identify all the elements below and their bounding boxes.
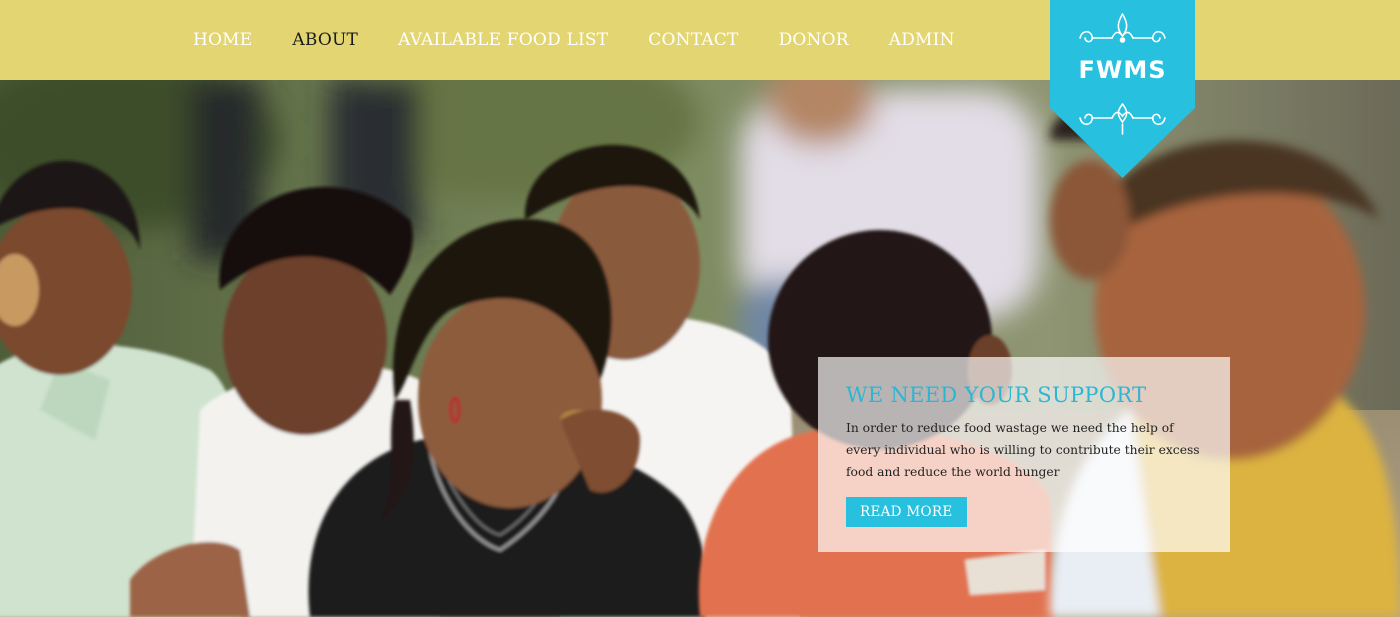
nav-available-food-list[interactable]: AVAILABLE FOOD LIST [398,30,608,50]
site-logo[interactable]: FWMS [1050,0,1195,180]
support-text: In order to reduce food wastage we need … [846,421,1200,479]
read-more-button[interactable]: READ MORE [846,497,967,527]
support-title: WE NEED YOUR SUPPORT [846,383,1147,407]
main-nav: HOME ABOUT AVAILABLE FOOD LIST CONTACT D… [193,0,995,80]
nav-admin[interactable]: ADMIN [889,30,955,50]
logo-text: FWMS [1078,56,1167,84]
support-panel: WE NEED YOUR SUPPORT In order to reduce … [818,357,1230,552]
nav-contact[interactable]: CONTACT [648,30,738,50]
nav-home[interactable]: HOME [193,30,252,50]
nav-about[interactable]: ABOUT [292,30,358,50]
logo-ribbon-icon [1050,0,1195,178]
nav-donor[interactable]: DONOR [779,30,849,50]
